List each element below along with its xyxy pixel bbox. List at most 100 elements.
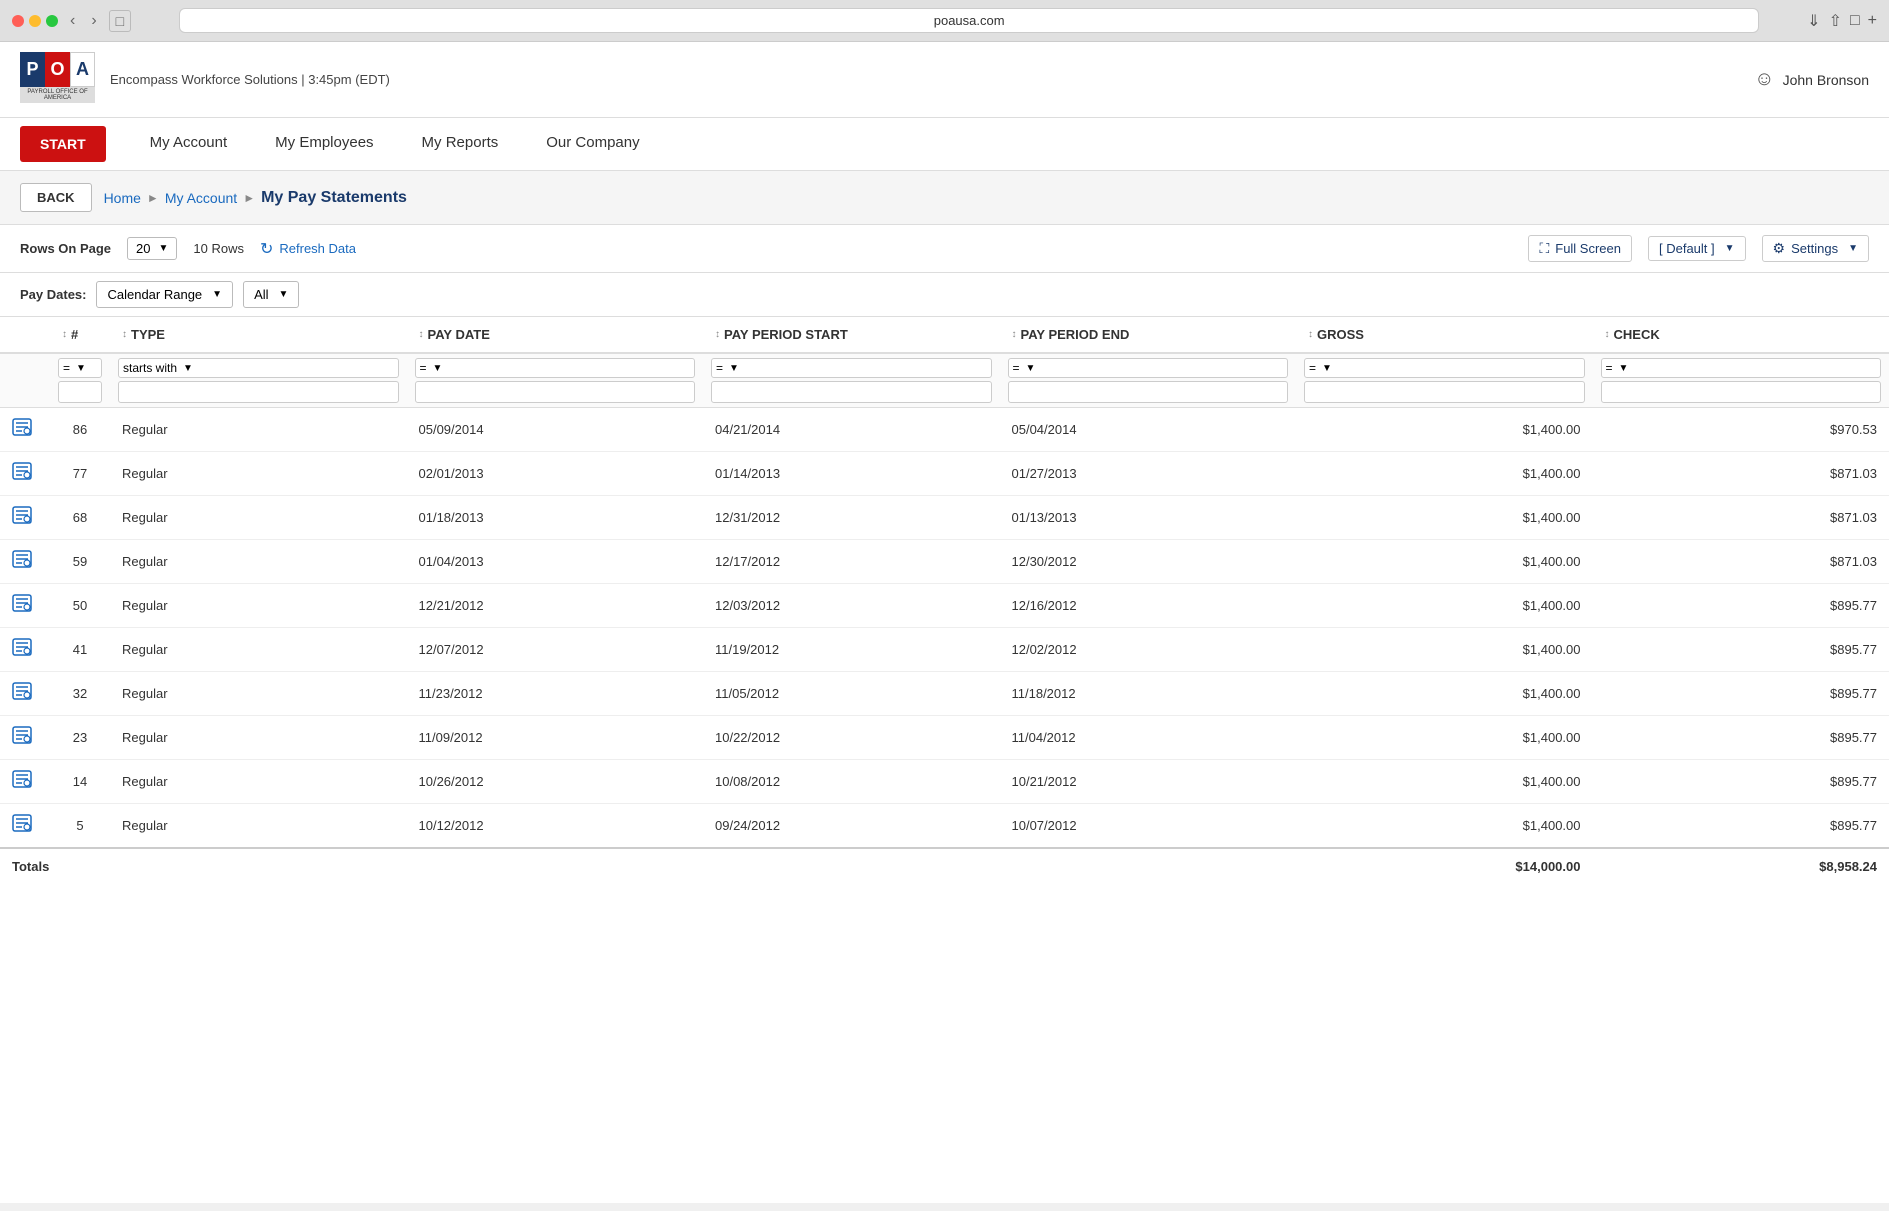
refresh-icon: ↻ <box>260 239 273 259</box>
new-tab-button[interactable]: □ <box>1850 12 1860 30</box>
col-header-pay-period-end[interactable]: ↕ PAY PERIOD END <box>1000 317 1297 353</box>
add-tab-button[interactable]: + <box>1868 12 1877 30</box>
row-pay-date: 01/04/2013 <box>407 540 704 584</box>
row-pay-date: 10/12/2012 <box>407 804 704 849</box>
col-header-check[interactable]: ↕ CHECK <box>1593 317 1889 353</box>
row-view-icon[interactable] <box>12 511 32 528</box>
col-label-gross: GROSS <box>1317 327 1364 342</box>
filter-num-input[interactable] <box>58 381 102 403</box>
totals-check: $8,958.24 <box>1593 848 1889 884</box>
rows-select[interactable]: 20 ▼ <box>127 237 177 260</box>
default-dropdown-arrow: ▼ <box>1725 243 1735 254</box>
calendar-range-select[interactable]: Calendar Range ▼ <box>96 281 233 308</box>
row-check: $895.77 <box>1593 672 1889 716</box>
row-view-icon[interactable] <box>12 599 32 616</box>
row-pay-period-end: 12/30/2012 <box>1000 540 1297 584</box>
row-view-icon[interactable] <box>12 423 32 440</box>
row-num: 23 <box>50 716 110 760</box>
col-header-num[interactable]: ↕ # <box>50 317 110 353</box>
app-container: P O A PAYROLL OFFICE OF AMERICA Encompas… <box>0 42 1889 1203</box>
filter-type-input[interactable] <box>118 381 399 403</box>
filter-ppe-input[interactable] <box>1008 381 1289 403</box>
filter-check-input[interactable] <box>1601 381 1882 403</box>
nav-item-my-reports[interactable]: My Reports <box>398 118 523 170</box>
col-header-pay-date[interactable]: ↕ PAY DATE <box>407 317 704 353</box>
filter-check-select[interactable]: = ▼ <box>1601 358 1882 378</box>
share-button[interactable]: ⇧ <box>1829 11 1842 31</box>
col-header-icon <box>0 317 50 353</box>
row-type: Regular <box>110 628 407 672</box>
breadcrumb-home[interactable]: Home <box>104 190 141 206</box>
row-view-icon[interactable] <box>12 555 32 572</box>
filter-gross-input[interactable] <box>1304 381 1585 403</box>
row-view-icon[interactable] <box>12 731 32 748</box>
table-body: 86 Regular 05/09/2014 04/21/2014 05/04/2… <box>0 408 1889 849</box>
row-view-icon[interactable] <box>12 775 32 792</box>
filter-ppe-select[interactable]: = ▼ <box>1008 358 1289 378</box>
all-select[interactable]: All ▼ <box>243 281 299 308</box>
filter-type-op: starts with <box>123 361 177 375</box>
filter-pay-date-input[interactable] <box>415 381 696 403</box>
row-icon-cell[interactable] <box>0 804 50 849</box>
row-icon-cell[interactable] <box>0 760 50 804</box>
filter-gross-op: = <box>1309 361 1316 375</box>
maximize-dot[interactable] <box>46 15 58 27</box>
toolbar-right: ⛶ Full Screen [ Default ] ▼ ⚙ Settings ▼ <box>1528 235 1869 262</box>
filter-gross-select[interactable]: = ▼ <box>1304 358 1585 378</box>
filter-pps-op: = <box>716 361 723 375</box>
row-num: 50 <box>50 584 110 628</box>
download-button[interactable]: ⇓ <box>1807 11 1820 31</box>
col-header-gross[interactable]: ↕ GROSS <box>1296 317 1593 353</box>
filter-pps-input[interactable] <box>711 381 992 403</box>
row-icon-cell[interactable] <box>0 672 50 716</box>
nav-item-our-company[interactable]: Our Company <box>522 118 663 170</box>
back-button[interactable]: BACK <box>20 183 92 212</box>
row-check: $895.77 <box>1593 584 1889 628</box>
row-view-icon[interactable] <box>12 467 32 484</box>
row-icon-cell[interactable] <box>0 496 50 540</box>
totals-label: Totals <box>12 859 49 874</box>
filter-num-op: = <box>63 361 70 375</box>
row-pay-date: 01/18/2013 <box>407 496 704 540</box>
window-button[interactable]: □ <box>109 10 131 32</box>
col-label-pay-date: PAY DATE <box>428 327 490 342</box>
settings-button[interactable]: ⚙ Settings ▼ <box>1762 235 1869 262</box>
filter-pay-date-arrow: ▼ <box>433 363 443 374</box>
refresh-button[interactable]: ↻ Refresh Data <box>260 239 356 259</box>
app-nav: START My Account My Employees My Reports… <box>0 118 1889 171</box>
back-nav-button[interactable]: ‹ <box>66 12 79 30</box>
col-header-pay-period-start[interactable]: ↕ PAY PERIOD START <box>703 317 1000 353</box>
row-icon-cell[interactable] <box>0 540 50 584</box>
filter-type-select[interactable]: starts with ▼ <box>118 358 399 378</box>
filter-num-select[interactable]: = ▼ <box>58 358 102 378</box>
row-view-icon[interactable] <box>12 643 32 660</box>
table-container: ↕ # ↕ TYPE ↕ PAY DATE <box>0 317 1889 884</box>
row-check: $871.03 <box>1593 540 1889 584</box>
row-view-icon[interactable] <box>12 687 32 704</box>
breadcrumb-my-account[interactable]: My Account <box>165 190 237 206</box>
row-icon-cell[interactable] <box>0 584 50 628</box>
fullscreen-button[interactable]: ⛶ Full Screen <box>1528 235 1632 262</box>
row-icon-cell[interactable] <box>0 408 50 452</box>
table-row: 86 Regular 05/09/2014 04/21/2014 05/04/2… <box>0 408 1889 452</box>
default-button[interactable]: [ Default ] ▼ <box>1648 236 1746 261</box>
filter-pay-date-select[interactable]: = ▼ <box>415 358 696 378</box>
row-icon-cell[interactable] <box>0 452 50 496</box>
col-header-type[interactable]: ↕ TYPE <box>110 317 407 353</box>
minimize-dot[interactable] <box>29 15 41 27</box>
url-bar[interactable]: poausa.com <box>179 8 1759 33</box>
start-button[interactable]: START <box>20 126 106 162</box>
row-view-icon[interactable] <box>12 819 32 836</box>
rows-value: 20 <box>136 241 150 256</box>
nav-item-my-account[interactable]: My Account <box>126 118 252 170</box>
calendar-range-arrow: ▼ <box>212 289 222 300</box>
row-gross: $1,400.00 <box>1296 628 1593 672</box>
row-icon-cell[interactable] <box>0 716 50 760</box>
nav-item-my-employees[interactable]: My Employees <box>251 118 397 170</box>
row-icon-cell[interactable] <box>0 628 50 672</box>
row-pay-period-end: 01/27/2013 <box>1000 452 1297 496</box>
row-check: $895.77 <box>1593 760 1889 804</box>
filter-pps-select[interactable]: = ▼ <box>711 358 992 378</box>
forward-nav-button[interactable]: › <box>87 12 100 30</box>
close-dot[interactable] <box>12 15 24 27</box>
